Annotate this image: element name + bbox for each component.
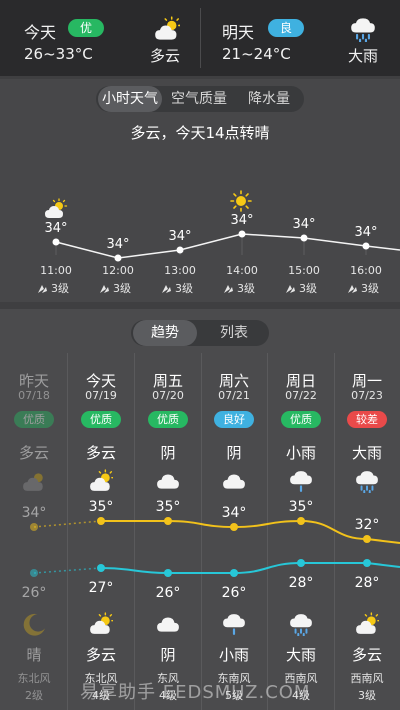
high-temp-point bbox=[230, 523, 238, 531]
low-temp-point bbox=[30, 569, 38, 577]
low-temp-line bbox=[100, 562, 400, 574]
low-temp-label: 26° bbox=[156, 585, 181, 601]
hourly-temp-point bbox=[362, 242, 370, 250]
high-temp-label: 32° bbox=[355, 517, 380, 533]
wind-icon bbox=[286, 285, 295, 293]
hour-label: 14:00 bbox=[226, 264, 258, 277]
daily-trend-panel: 趋势 列表 昨天 07/18 优质 多云晴东北风 2级 今天 07/19 优质 多云 多云 东北风 4… bbox=[0, 309, 400, 710]
high-temp-point bbox=[164, 517, 172, 525]
tomorrow-aqi-badge: 良 bbox=[268, 19, 305, 37]
hourly-forecast-panel: 小时天气 空气质量 降水量 多云，今天14点转晴 34° 11:00 3级 34° 12… bbox=[0, 79, 400, 302]
low-temp-label: 26° bbox=[22, 585, 47, 601]
low-temp-point bbox=[230, 569, 238, 577]
wind-icon bbox=[348, 285, 357, 293]
daily-temperature-chart: 34° 26° 35° 27° 35° 26° 34° 26° 35° 28° 32° 28° bbox=[22, 499, 400, 601]
hourly-temp-point bbox=[300, 234, 308, 242]
high-temp-label: 35° bbox=[156, 499, 181, 515]
high-temp-point bbox=[297, 517, 305, 525]
today-label: 今天 bbox=[24, 23, 57, 42]
hour-label: 16:00 bbox=[350, 264, 382, 277]
hour-wind-level: 3级 bbox=[51, 282, 69, 295]
heavy-rain-icon bbox=[350, 17, 376, 42]
high-temp-label: 34° bbox=[22, 505, 47, 521]
watermark: 易享助手 EEDSMUZ.COM bbox=[80, 682, 311, 703]
hour-label: 13:00 bbox=[164, 264, 196, 277]
hourly-temp-label: 34° bbox=[106, 237, 129, 252]
wind-icon bbox=[38, 285, 47, 293]
hourly-temp-point bbox=[176, 246, 184, 254]
high-temp-point bbox=[363, 535, 371, 543]
hourly-temp-label: 34° bbox=[292, 217, 315, 232]
low-temp-point bbox=[164, 569, 172, 577]
yesterday-low-dash bbox=[33, 567, 102, 574]
today-aqi-badge: 优 bbox=[68, 19, 105, 37]
hour-wind-level: 3级 bbox=[113, 282, 131, 295]
low-temp-label: 28° bbox=[355, 575, 380, 591]
low-temp-label: 26° bbox=[222, 585, 247, 601]
wind-icon bbox=[162, 285, 171, 293]
low-temp-point bbox=[363, 559, 371, 567]
tomorrow-temp-range: 21~24°C bbox=[222, 45, 291, 63]
hourly-temp-label: 34° bbox=[354, 225, 377, 240]
hourly-temp-label: 34° bbox=[44, 221, 67, 236]
high-temp-point bbox=[97, 517, 105, 525]
today-temp-range: 26~33°C bbox=[24, 45, 93, 63]
hourly-temp-label: 34° bbox=[230, 213, 253, 228]
hour-wind-level: 3级 bbox=[299, 282, 317, 295]
hourly-temp-point bbox=[114, 254, 122, 262]
hour-wind-level: 3级 bbox=[175, 282, 193, 295]
hourly-temp-point bbox=[238, 230, 246, 238]
high-temp-label: 35° bbox=[289, 499, 314, 515]
low-temp-label: 28° bbox=[289, 575, 314, 591]
high-temp-label: 35° bbox=[89, 499, 114, 515]
yesterday-high-dash bbox=[33, 520, 102, 528]
hour-wind-level: 3级 bbox=[237, 282, 255, 295]
hour-label: 12:00 bbox=[102, 264, 134, 277]
hour-label: 15:00 bbox=[288, 264, 320, 277]
low-temp-point bbox=[97, 564, 105, 572]
summary-divider bbox=[200, 8, 201, 68]
low-temp-point bbox=[297, 559, 305, 567]
low-temp-label: 27° bbox=[89, 580, 114, 596]
sun-icon bbox=[230, 190, 252, 212]
forecast-summary-bar: 今天 优 26~33°C 多云 明天 良 21~24°C 大雨 bbox=[0, 0, 400, 76]
today-condition: 多云 bbox=[150, 47, 181, 65]
partly-cloudy-icon bbox=[44, 198, 68, 219]
hour-wind-level: 3级 bbox=[361, 282, 379, 295]
hourly-temp-label: 34° bbox=[168, 229, 191, 244]
hour-label: 11:00 bbox=[40, 264, 72, 277]
tomorrow-condition: 大雨 bbox=[348, 47, 379, 65]
hourly-temp-point bbox=[52, 238, 60, 246]
hourly-temperature-chart: 34° 11:00 3级 34° 12:00 3级 34° 13:00 3级 34° 14:00 3级… bbox=[38, 190, 400, 295]
wind-icon bbox=[100, 285, 109, 293]
wind-icon bbox=[224, 285, 233, 293]
tomorrow-label: 明天 bbox=[222, 23, 255, 42]
high-temp-point bbox=[30, 523, 38, 531]
high-temp-label: 34° bbox=[222, 505, 247, 521]
partly-cloudy-icon bbox=[154, 16, 180, 41]
